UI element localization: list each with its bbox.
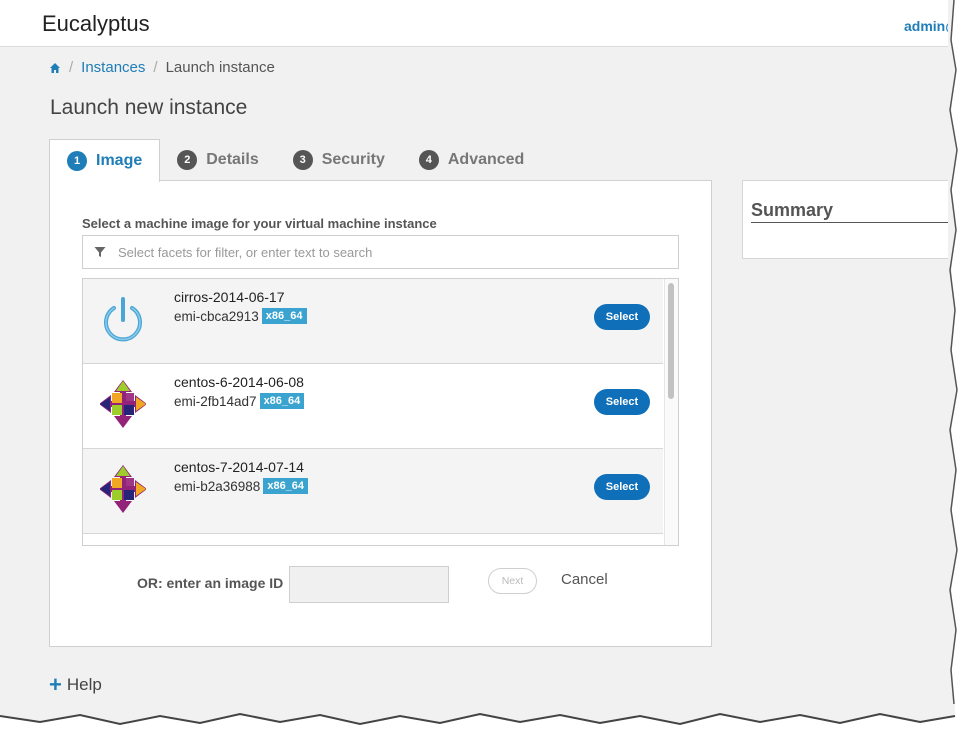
select-image-button[interactable]: Select — [594, 389, 650, 415]
image-step-panel: Select a machine image for your virtual … — [49, 180, 712, 647]
image-instruction: Select a machine image for your virtual … — [82, 216, 437, 231]
tab-details[interactable]: 2 Details — [160, 139, 275, 181]
list-scrollbar-thumb[interactable] — [668, 283, 674, 399]
summary-panel: Summary — [742, 180, 952, 259]
torn-edge-right — [948, 0, 958, 705]
tab-label: Image — [96, 152, 143, 169]
arch-badge: x86_64 — [261, 308, 307, 324]
list-item: centos-7-2014-07-14 emi-b2a36988 x86_64 … — [83, 449, 663, 534]
image-id-input[interactable] — [289, 566, 449, 603]
next-button[interactable]: Next — [488, 568, 537, 594]
help-toggle[interactable]: + Help — [49, 672, 102, 697]
centos-icon — [100, 380, 146, 428]
image-name: cirros-2014-06-17 — [174, 289, 285, 305]
select-image-button[interactable]: Select — [594, 474, 650, 500]
home-icon[interactable] — [49, 62, 61, 74]
tab-label: Security — [321, 151, 385, 168]
arch-badge: x86_64 — [263, 478, 309, 494]
breadcrumb-current: Launch instance — [165, 59, 275, 76]
image-name: centos-7-2014-07-14 — [174, 459, 304, 475]
centos-icon — [100, 465, 146, 513]
image-id-line: emi-cbca2913 x86_64 — [174, 308, 307, 324]
select-image-button[interactable]: Select — [594, 304, 650, 330]
list-item: centos-6-2014-06-08 emi-2fb14ad7 x86_64 … — [83, 364, 663, 449]
summary-divider — [751, 222, 952, 223]
image-id-label: OR: enter an image ID — [137, 575, 284, 591]
page-title: Launch new instance — [50, 96, 248, 119]
user-menu[interactable]: admin@ — [904, 18, 952, 34]
step-number-badge: 4 — [418, 150, 439, 170]
breadcrumb-instances-link[interactable]: Instances — [81, 59, 145, 76]
step-number-badge: 3 — [292, 150, 313, 170]
breadcrumb: / Instances / Launch instance — [49, 59, 275, 76]
breadcrumb-separator: / — [69, 59, 74, 76]
image-id: emi-b2a36988 — [174, 478, 261, 494]
arch-badge: x86_64 — [259, 393, 305, 409]
plus-icon: + — [49, 672, 62, 697]
summary-title: Summary — [751, 200, 834, 220]
help-label: Help — [66, 675, 102, 694]
image-search-bar[interactable] — [82, 235, 679, 269]
list-item — [83, 534, 663, 545]
image-id: emi-2fb14ad7 — [174, 393, 257, 409]
breadcrumb-separator: / — [153, 59, 158, 76]
image-id: emi-cbca2913 — [174, 308, 259, 324]
app-frame: Eucalyptus admin@ / Instances / Launch i… — [0, 0, 952, 716]
tab-advanced[interactable]: 4 Advanced — [402, 139, 541, 181]
image-name: centos-6-2014-06-08 — [174, 374, 304, 390]
cancel-link[interactable]: Cancel — [561, 571, 608, 588]
wizard-tabs: 1 Image 2 Details 3 Security 4 Advanced — [49, 139, 541, 182]
tab-image[interactable]: 1 Image — [49, 139, 161, 182]
power-icon — [104, 297, 142, 342]
image-id-line: emi-2fb14ad7 x86_64 — [174, 393, 305, 409]
list-item: cirros-2014-06-17 emi-cbca2913 x86_64 Se… — [83, 279, 663, 364]
image-search-input[interactable] — [118, 244, 678, 260]
torn-edge-bottom — [0, 704, 956, 726]
top-bar: Eucalyptus admin@ — [0, 0, 952, 47]
tab-label: Details — [206, 151, 259, 168]
app-title: Eucalyptus — [42, 11, 150, 36]
tab-security[interactable]: 3 Security — [276, 139, 402, 181]
image-list[interactable]: cirros-2014-06-17 emi-cbca2913 x86_64 Se… — [82, 278, 679, 546]
step-number-badge: 2 — [177, 150, 198, 170]
step-number-badge: 1 — [67, 151, 87, 171]
image-id-line: emi-b2a36988 x86_64 — [174, 478, 309, 494]
tab-label: Advanced — [447, 151, 525, 168]
filter-icon — [94, 247, 106, 257]
